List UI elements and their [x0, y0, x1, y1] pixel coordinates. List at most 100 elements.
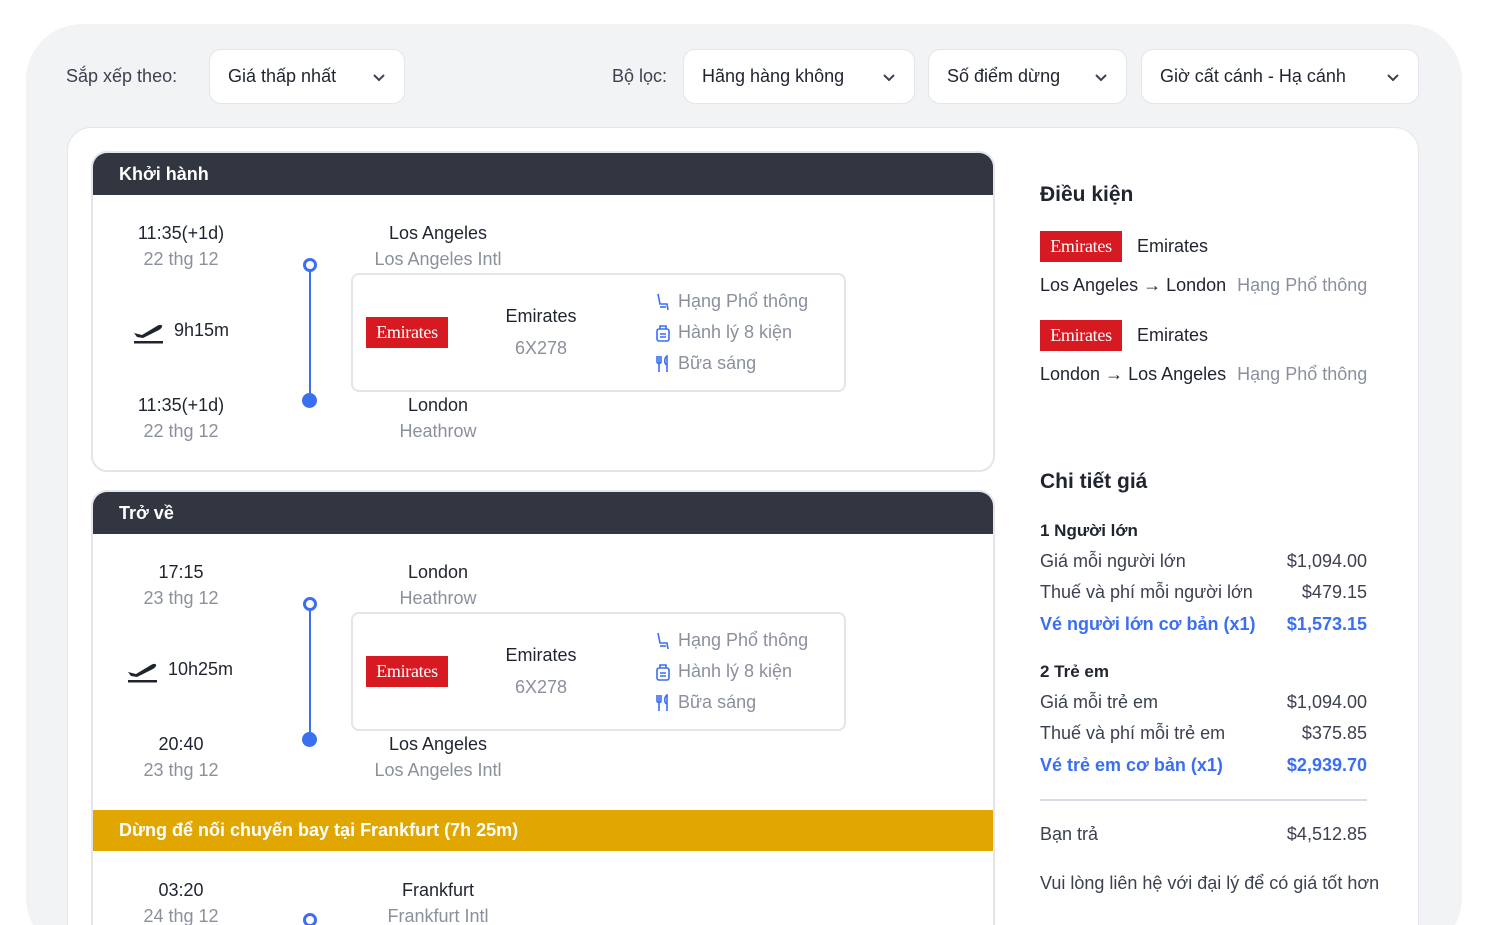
filter-stops-value: Số điểm dừng	[947, 66, 1061, 86]
departure-arrival-date: 22 thg 12	[143, 421, 219, 441]
price-row-value: $1,094.00	[1286, 692, 1367, 712]
return-dest-dot	[302, 732, 317, 747]
departure-dest-dot	[302, 393, 317, 408]
total-row: Bạn trả $4,512.85	[1040, 824, 1367, 845]
return-cabin: Hạng Phổ thông	[654, 630, 808, 651]
condition-airline: Emirates	[1137, 325, 1209, 345]
return-timeline	[309, 605, 311, 739]
filter-times-dropdown[interactable]: Giờ cất cánh - Hạ cánh	[1141, 49, 1419, 104]
return-meal-label: Bữa sáng	[678, 692, 757, 712]
price-row-value: $375.85	[1301, 723, 1367, 743]
filter-airline-value: Hãng hàng không	[702, 66, 845, 86]
departure-dest-airport: Heathrow	[399, 421, 477, 441]
price-row: Giá mỗi người lớn $1,094.00	[1040, 551, 1367, 572]
conditions-title: Điều kiện	[1040, 183, 1134, 206]
price-row-label: Vé người lớn cơ bản (x1)	[1040, 614, 1256, 634]
departure-airline: Emirates	[505, 306, 577, 326]
price-row-value: $2,939.70	[1286, 755, 1367, 775]
departure-timeline	[309, 266, 311, 400]
return-flight-number: 6X278	[514, 677, 568, 697]
chevron-down-icon	[883, 73, 895, 81]
filter-times-value: Giờ cất cánh - Hạ cánh	[1160, 66, 1346, 86]
price-row-value: $1,573.15	[1286, 614, 1367, 634]
agent-note: Vui lòng liên hệ với đại lý để có giá tố…	[1040, 873, 1380, 893]
departure-cabin: Hạng Phổ thông	[654, 291, 808, 312]
departure-meal-label: Bữa sáng	[678, 353, 757, 373]
price-row-subtotal: Vé người lớn cơ bản (x1) $1,573.15	[1040, 614, 1367, 635]
return-dest-city: Los Angeles	[388, 734, 488, 754]
departure-flight-number: 6X278	[514, 338, 568, 358]
price-row-label: Thuế và phí mỗi trẻ em	[1040, 723, 1226, 743]
return-time: 17:15	[158, 562, 204, 582]
plane-takeoff-icon	[134, 324, 163, 344]
meal-icon	[656, 693, 668, 711]
sort-dropdown[interactable]: Giá thấp nhất	[209, 49, 405, 104]
adult-group-label: 1 Người lớn	[1040, 521, 1138, 540]
filter-airline-dropdown[interactable]: Hãng hàng không	[683, 49, 915, 104]
emirates-logo: Emirates	[366, 656, 448, 687]
condition-cabin: Hạng Phổ thông	[1237, 364, 1368, 384]
departure-origin-dot	[303, 258, 317, 272]
return-cabin-label: Hạng Phổ thông	[678, 630, 809, 650]
departure-cabin-label: Hạng Phổ thông	[678, 291, 809, 311]
filter-stops-dropdown[interactable]: Số điểm dừng	[928, 49, 1127, 104]
meal-icon	[656, 354, 668, 372]
departure-date: 22 thg 12	[143, 249, 219, 269]
condition-route: Los Angeles → London Hạng Phổ thông	[1040, 275, 1367, 296]
stopover-banner: Dừng để nối chuyến bay tại Frankfurt (7h…	[93, 810, 993, 851]
next-leg-date: 24 thg 12	[143, 906, 219, 925]
return-dest-airport: Los Angeles Intl	[374, 760, 502, 780]
departure-baggage: Hành lý 8 kiện	[654, 322, 792, 343]
seat-icon	[657, 293, 669, 310]
price-row: Thuế và phí mỗi người lớn $479.15	[1040, 582, 1367, 603]
departure-baggage-label: Hành lý 8 kiện	[678, 322, 793, 342]
price-title: Chi tiết giá	[1040, 470, 1148, 493]
total-label: Bạn trả	[1040, 824, 1099, 844]
child-group-label: 2 Trẻ em	[1040, 662, 1109, 681]
return-header: Trở về	[93, 492, 993, 534]
luggage-icon	[656, 663, 670, 681]
next-leg-airport: Frankfurt Intl	[387, 906, 489, 925]
return-origin-city: London	[407, 562, 469, 582]
condition-arrow: →	[1105, 364, 1124, 384]
next-leg-origin-dot	[303, 913, 317, 925]
condition-from: Los Angeles	[1040, 275, 1139, 295]
condition-to: Los Angeles	[1128, 364, 1227, 384]
price-row-label: Giá mỗi trẻ em	[1040, 692, 1159, 712]
condition-cabin: Hạng Phổ thông	[1237, 275, 1368, 295]
return-meal: Bữa sáng	[654, 692, 756, 713]
departure-origin-airport: Los Angeles Intl	[374, 249, 502, 269]
condition-arrow: →	[1143, 275, 1162, 295]
condition-to: London	[1166, 275, 1227, 295]
condition-airline: Emirates	[1137, 236, 1209, 256]
return-arrival-date: 23 thg 12	[143, 760, 219, 780]
departure-dest-city: London	[407, 395, 469, 415]
luggage-icon	[656, 324, 670, 342]
return-origin-airport: Heathrow	[399, 588, 477, 608]
next-leg-city: Frankfurt	[401, 880, 475, 900]
price-divider	[1040, 799, 1367, 801]
sort-label: Sắp xếp theo:	[66, 66, 178, 86]
return-baggage: Hành lý 8 kiện	[654, 661, 792, 682]
price-row-subtotal: Vé trẻ em cơ bản (x1) $2,939.70	[1040, 755, 1367, 776]
price-row: Thuế và phí mỗi trẻ em $375.85	[1040, 723, 1367, 744]
departure-meal: Bữa sáng	[654, 353, 756, 374]
chevron-down-icon	[1095, 73, 1107, 81]
plane-takeoff-icon	[128, 663, 157, 683]
emirates-logo: Emirates	[366, 317, 448, 348]
chevron-down-icon	[373, 73, 385, 81]
departure-arrival-time: 11:35(+1d)	[137, 395, 225, 415]
return-origin-dot	[303, 597, 317, 611]
departure-duration: 9h15m	[174, 320, 230, 340]
sort-dropdown-value: Giá thấp nhất	[228, 66, 337, 86]
return-airline: Emirates	[505, 645, 577, 665]
price-row-label: Thuế và phí mỗi người lớn	[1040, 582, 1253, 602]
departure-origin-city: Los Angeles	[388, 223, 488, 243]
return-baggage-label: Hành lý 8 kiện	[678, 661, 793, 681]
emirates-logo: Emirates	[1040, 320, 1122, 351]
emirates-logo: Emirates	[1040, 231, 1122, 262]
chevron-down-icon	[1387, 73, 1399, 81]
price-row-label: Giá mỗi người lớn	[1040, 551, 1186, 571]
price-row-value: $479.15	[1301, 582, 1367, 602]
condition-from: London	[1040, 364, 1101, 384]
